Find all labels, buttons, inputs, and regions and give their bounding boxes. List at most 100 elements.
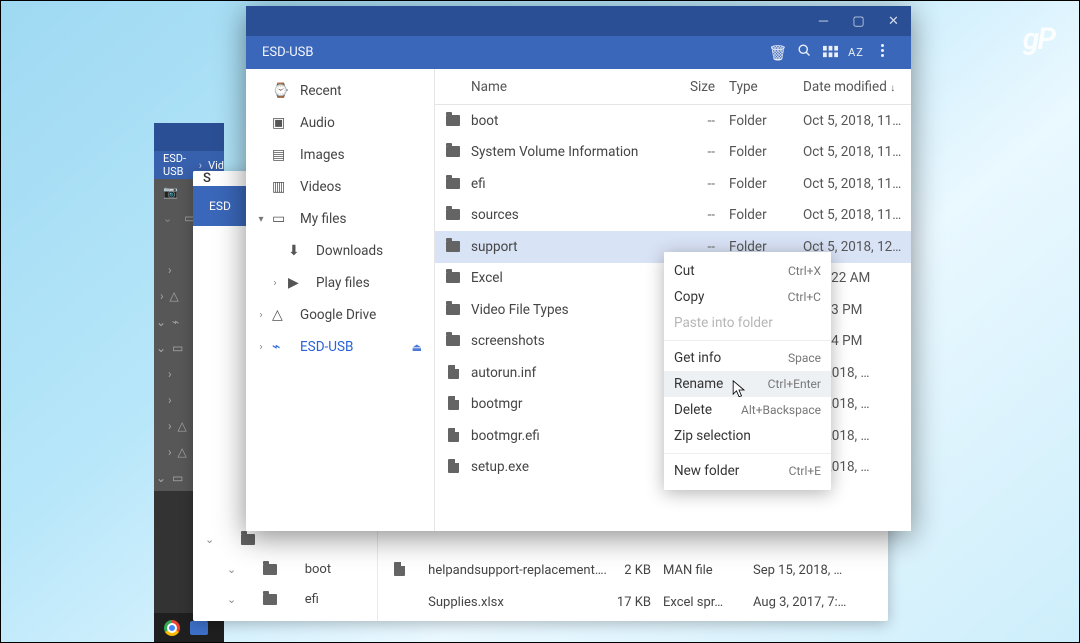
sidebar-icon: ▤ — [272, 147, 288, 163]
column-name[interactable]: Name — [471, 79, 679, 95]
context-menu-shortcut: Ctrl+X — [788, 264, 821, 278]
file-size: -- — [679, 144, 729, 160]
expand-icon[interactable]: › — [256, 342, 266, 353]
mid-file-size: 2 KB — [607, 563, 663, 578]
sort-button[interactable]: AZ — [843, 46, 869, 59]
mid-file-type: Excel spr… — [663, 595, 753, 610]
sidebar-item-label: Downloads — [316, 243, 383, 259]
file-name: efi — [471, 176, 679, 192]
sidebar-item-videos[interactable]: ▥Videos — [246, 171, 434, 203]
expand-icon[interactable]: › — [270, 278, 280, 289]
delete-icon[interactable]: 🗑 — [765, 44, 791, 62]
context-menu-delete[interactable]: DeleteAlt+Backspace — [664, 397, 831, 423]
context-menu[interactable]: CutCtrl+XCopyCtrl+CPaste into folderGet … — [664, 252, 831, 490]
breadcrumb-part: Vid — [208, 159, 224, 172]
maximize-button[interactable]: ▢ — [851, 14, 866, 29]
mid-file-row[interactable]: Supplies.xlsx17 KBExcel spr…Aug 3, 2017,… — [378, 586, 888, 618]
folder-icon — [446, 304, 460, 315]
sidebar-item-my-files[interactable]: ▾▭My files — [246, 203, 434, 235]
expand-icon[interactable]: › — [256, 310, 266, 321]
file-row[interactable]: System Volume Information--FolderOct 5, … — [435, 137, 911, 169]
file-date: Oct 5, 2018, 11… — [803, 176, 911, 192]
more-menu-icon[interactable] — [869, 42, 895, 63]
mid-sidebar-label: boot — [305, 562, 331, 577]
column-size[interactable]: Size — [679, 79, 729, 95]
context-menu-new-folder[interactable]: New folderCtrl+E — [664, 458, 831, 484]
file-name: bootmgr.efi — [471, 428, 679, 444]
mid-sidebar-item[interactable]: ⌄ efi — [193, 584, 377, 614]
file-size: -- — [679, 176, 729, 192]
file-icon — [448, 459, 459, 473]
file-type: Folder — [729, 113, 803, 129]
search-icon[interactable] — [791, 43, 817, 62]
expand-icon[interactable]: ▾ — [256, 214, 266, 225]
expand-icon[interactable]: ⌄ — [227, 593, 236, 606]
file-row[interactable]: sources--FolderOct 5, 2018, 11… — [435, 200, 911, 232]
file-icon — [448, 428, 459, 442]
file-size: -- — [679, 207, 729, 223]
file-icon — [448, 365, 459, 379]
column-headers[interactable]: Name Size Type Date modified ↓ — [435, 69, 911, 105]
file-name: System Volume Information — [471, 144, 679, 160]
files-app-icon[interactable] — [190, 621, 208, 635]
file-type: Folder — [729, 207, 803, 223]
context-menu-label: Get info — [674, 350, 788, 366]
folder-icon — [241, 534, 255, 545]
mid-file-date: Aug 3, 2017, 7:… — [753, 595, 888, 610]
mid-file-name: helpandsupport-replacement…. — [428, 563, 607, 578]
expand-icon[interactable]: ⌄ — [227, 563, 236, 576]
file-row[interactable]: boot--FolderOct 5, 2018, 11… — [435, 105, 911, 137]
sidebar-icon: ▭ — [272, 211, 288, 227]
sidebar-icon: ▶ — [288, 275, 304, 291]
mid-sidebar-item[interactable]: ⌄ boot — [193, 554, 377, 584]
toolbar: ESD-USB 🗑 AZ — [246, 36, 911, 69]
mid-sidebar-item[interactable]: ⌄ Excel — [193, 614, 377, 621]
sidebar-item-esd-usb[interactable]: ›⌁ESD-USB⏏ — [246, 331, 434, 363]
sidebar-item-downloads[interactable]: ⬇Downloads — [246, 235, 434, 267]
context-menu-label: Delete — [674, 402, 741, 418]
folder-icon — [263, 564, 277, 575]
context-menu-label: Cut — [674, 263, 788, 279]
column-type[interactable]: Type — [729, 79, 803, 95]
folder-icon — [446, 115, 460, 126]
sidebar-item-label: Recent — [300, 83, 342, 99]
sidebar-item-label: ESD-USB — [300, 339, 353, 355]
sidebar: ⌚Recent▣Audio▤Images▥Videos▾▭My files⬇Do… — [246, 69, 435, 531]
folder-icon — [446, 272, 460, 283]
context-menu-cut[interactable]: CutCtrl+X — [664, 258, 831, 284]
file-row[interactable]: efi--FolderOct 5, 2018, 11… — [435, 168, 911, 200]
sidebar-item-audio[interactable]: ▣Audio — [246, 107, 434, 139]
context-menu-copy[interactable]: CopyCtrl+C — [664, 284, 831, 310]
chrome-icon[interactable] — [164, 620, 180, 636]
context-menu-shortcut: Ctrl+Enter — [768, 377, 821, 391]
sidebar-item-label: Videos — [300, 179, 341, 195]
mid-sidebar-label: efi — [305, 592, 319, 607]
sidebar-icon: ▣ — [272, 115, 288, 131]
sidebar-item-play-files[interactable]: ›▶Play files — [246, 267, 434, 299]
context-menu-get-info[interactable]: Get infoSpace — [664, 345, 831, 371]
file-name: sources — [471, 207, 679, 223]
sidebar-item-google-drive[interactable]: ›△Google Drive — [246, 299, 434, 331]
sidebar-item-recent[interactable]: ⌚Recent — [246, 75, 434, 107]
eject-icon[interactable]: ⏏ — [412, 341, 422, 354]
file-icon — [394, 562, 405, 576]
view-toggle-icon[interactable] — [817, 44, 843, 62]
mid-file-date: Sep 15, 2018, … — [753, 563, 888, 578]
context-menu-shortcut: Space — [788, 351, 821, 365]
file-date: Oct 5, 2018, 11… — [803, 207, 911, 223]
mid-file-row[interactable]: helpandsupport-replacement….2 KBMAN file… — [378, 554, 888, 586]
context-menu-zip-selection[interactable]: Zip selection — [664, 423, 831, 449]
expand-icon[interactable]: ⌄ — [205, 533, 214, 546]
location-label: ESD-USB — [262, 45, 313, 60]
context-menu-shortcut: Alt+Backspace — [741, 403, 821, 417]
context-menu-shortcut: Ctrl+E — [789, 464, 821, 478]
context-menu-rename[interactable]: RenameCtrl+Enter — [664, 371, 831, 397]
minimize-button[interactable]: ─ — [816, 14, 831, 29]
window-titlebar[interactable]: ─ ▢ ✕ — [246, 6, 911, 36]
file-name: autorun.inf — [471, 365, 679, 381]
sidebar-item-images[interactable]: ▤Images — [246, 139, 434, 171]
sort-descending-icon: ↓ — [890, 83, 895, 94]
context-menu-label: Rename — [674, 376, 768, 392]
column-date[interactable]: Date modified ↓ — [803, 79, 911, 95]
close-button[interactable]: ✕ — [886, 14, 901, 29]
